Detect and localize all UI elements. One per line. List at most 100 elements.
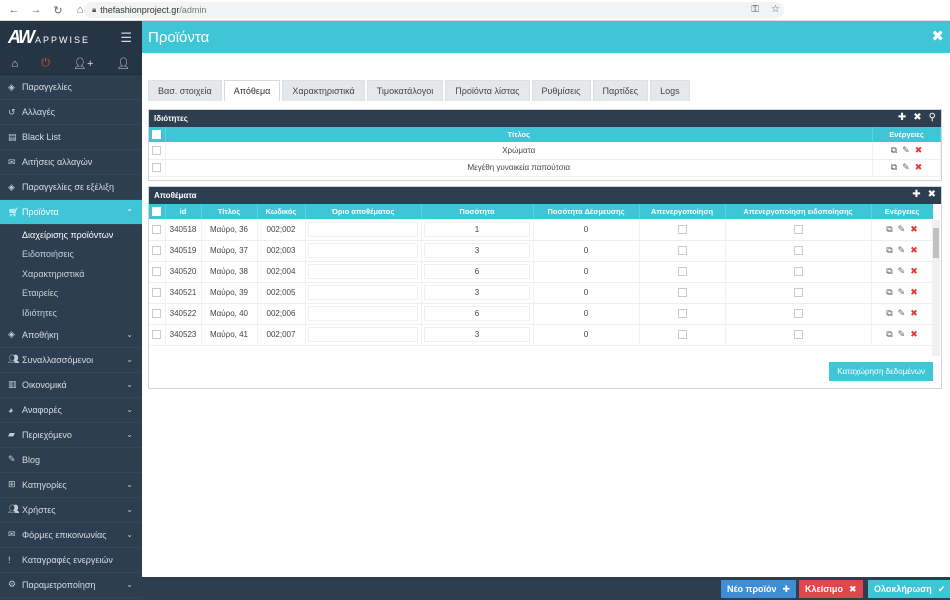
power-icon[interactable]: ⏻ (41, 57, 50, 70)
save-data-button[interactable]: Καταχώρηση δεδομένων (829, 362, 933, 381)
tab-price-lists[interactable]: Τιμοκατάλογοι (366, 80, 444, 101)
tab-list-products[interactable]: Προϊόντα λίστας (445, 80, 530, 101)
disable-checkbox[interactable] (677, 246, 687, 256)
row-checkbox[interactable] (152, 246, 162, 256)
submenu-item-companies[interactable]: Εταιρείες (0, 284, 142, 304)
sidebar-item-warehouse[interactable]: ◈ Αποθήκη ⌄ (0, 323, 142, 348)
submenu-item-properties[interactable]: Ιδιότητες (0, 303, 142, 323)
sidebar-item-users[interactable]: 👥︎ Χρήστες ⌄ (0, 498, 142, 523)
row-checkbox[interactable] (152, 309, 162, 319)
delete-icon[interactable]: ✖ (910, 287, 918, 298)
edit-icon[interactable]: ✎ (902, 145, 910, 156)
edit-icon[interactable]: ✎ (898, 287, 906, 298)
disable-notification-checkbox[interactable] (793, 288, 803, 298)
sidebar-item-reports[interactable]: ◕ Αναφορές ⌄ (0, 398, 142, 423)
row-checkbox[interactable] (152, 145, 162, 155)
key-icon[interactable]: ⚿ (751, 4, 759, 15)
close-button[interactable]: Κλείσιμο ✖ (799, 580, 863, 598)
stock-limit-input[interactable] (307, 264, 419, 279)
tab-stock[interactable]: Απόθεμα (223, 80, 281, 101)
stock-limit-input[interactable] (307, 243, 419, 258)
copy-icon[interactable]: ⧉ (891, 162, 897, 173)
star-icon[interactable]: ☆ (771, 4, 780, 15)
stock-limit-input[interactable] (307, 306, 419, 321)
delete-icon[interactable]: ✖ (915, 162, 923, 173)
delete-icon[interactable]: ✖ (910, 224, 918, 235)
sidebar-item-blog[interactable]: ✎ Blog (0, 448, 142, 473)
submenu-item-attributes[interactable]: Χαρακτηριστικά (0, 264, 142, 284)
tab-settings[interactable]: Ρυθμίσεις (531, 80, 591, 101)
row-checkbox[interactable] (152, 267, 162, 277)
disable-checkbox[interactable] (677, 267, 687, 277)
disable-notification-checkbox[interactable] (793, 246, 803, 256)
delete-icon[interactable]: ✖ (910, 329, 918, 340)
sidebar-item-change-requests[interactable]: ✉ Αιτήσεις αλλαγών (0, 150, 142, 175)
quantity-input[interactable]: 3 (423, 327, 531, 342)
stock-table-viewport[interactable]: id Τίτλος Κωδικός Όριο αποθέματος Ποσότη… (149, 204, 933, 356)
search-icon[interactable]: ⚲ (929, 112, 936, 123)
copy-icon[interactable]: ⧉ (886, 266, 892, 277)
sidebar-item-categories[interactable]: ⊞ Κατηγορίες ⌄ (0, 473, 142, 498)
back-icon[interactable]: ← (8, 4, 20, 17)
close-icon[interactable]: ✖ (931, 27, 944, 45)
tab-attributes[interactable]: Χαρακτηριστικά (282, 80, 365, 101)
edit-icon[interactable]: ✎ (898, 245, 906, 256)
remove-icon[interactable]: ✖ (913, 112, 921, 123)
copy-icon[interactable]: ⧉ (886, 245, 892, 256)
new-product-button[interactable]: Νέο προϊόν ✚ (721, 580, 797, 598)
quantity-input[interactable]: 1 (423, 221, 531, 237)
remove-icon[interactable]: ✖ (928, 189, 936, 200)
row-checkbox[interactable] (152, 330, 162, 340)
quantity-input[interactable]: 6 (423, 264, 531, 279)
menu-toggle-icon[interactable]: ☰ (120, 30, 132, 46)
sidebar-item-blacklist[interactable]: ▤ Black List (0, 125, 142, 150)
submenu-item-product-management[interactable]: Διαχείρισης προϊόντων (0, 225, 142, 245)
tab-logs[interactable]: Logs (650, 80, 690, 101)
home-icon[interactable]: ⌂ (12, 58, 19, 70)
sidebar-item-contacts[interactable]: 👥︎ Συναλλασσόμενοι ⌄ (0, 348, 142, 373)
quantity-input[interactable]: 3 (423, 285, 531, 300)
sidebar-item-orders[interactable]: ◈ Παραγγελίες (0, 75, 142, 100)
edit-icon[interactable]: ✎ (898, 224, 906, 235)
stock-limit-input[interactable] (307, 221, 419, 237)
reload-icon[interactable]: ↻ (52, 4, 64, 17)
row-checkbox[interactable] (152, 163, 162, 173)
sidebar-item-settings[interactable]: ⚙ Παραμετροποίηση ⌄ (0, 573, 142, 598)
disable-notification-checkbox[interactable] (793, 267, 803, 277)
sidebar-item-content[interactable]: ▰ Περιεχόμενο ⌄ (0, 423, 142, 448)
copy-icon[interactable]: ⧉ (891, 145, 897, 156)
disable-checkbox[interactable] (677, 288, 687, 298)
edit-icon[interactable]: ✎ (898, 329, 906, 340)
quantity-input[interactable]: 6 (423, 306, 531, 321)
sidebar-item-changes[interactable]: ↺ Αλλαγές (0, 100, 142, 125)
row-checkbox[interactable] (152, 224, 162, 234)
add-icon[interactable]: ✚ (898, 112, 906, 123)
forward-icon[interactable]: → (30, 4, 42, 17)
tab-batches[interactable]: Παρτίδες (592, 80, 649, 101)
address-bar[interactable]: 🔒︎ thefashionproject.gr/admin (84, 2, 784, 18)
sidebar-item-products[interactable]: 🛒︎ Προϊόντα ⌃ (0, 200, 142, 225)
sidebar-item-finance[interactable]: ▥ Οικονομικά ⌄ (0, 373, 142, 398)
copy-icon[interactable]: ⧉ (886, 224, 892, 235)
copy-icon[interactable]: ⧉ (886, 287, 892, 298)
copy-icon[interactable]: ⧉ (886, 329, 892, 340)
disable-notification-checkbox[interactable] (793, 224, 803, 234)
delete-icon[interactable]: ✖ (910, 266, 918, 277)
complete-button[interactable]: Ολοκλήρωση ✔ (868, 580, 950, 598)
stock-limit-input[interactable] (307, 285, 419, 300)
scrollbar-thumb[interactable] (933, 228, 939, 258)
user-icon[interactable]: 👤︎ (116, 57, 130, 70)
delete-icon[interactable]: ✖ (910, 308, 918, 319)
copy-icon[interactable]: ⧉ (886, 308, 892, 319)
stock-scrollbar[interactable] (932, 220, 940, 356)
row-checkbox[interactable] (152, 288, 162, 298)
edit-icon[interactable]: ✎ (898, 308, 906, 319)
disable-notification-checkbox[interactable] (793, 309, 803, 319)
disable-checkbox[interactable] (677, 309, 687, 319)
delete-icon[interactable]: ✖ (910, 245, 918, 256)
brand-logo[interactable]: AW APPWISE ☰ (0, 21, 142, 53)
add-icon[interactable]: ✚ (912, 189, 920, 200)
add-user-icon[interactable]: 👤︎+ (73, 57, 93, 70)
select-all-checkbox[interactable] (152, 207, 162, 217)
tab-basic-info[interactable]: Βασ. στοιχεία (148, 80, 222, 101)
